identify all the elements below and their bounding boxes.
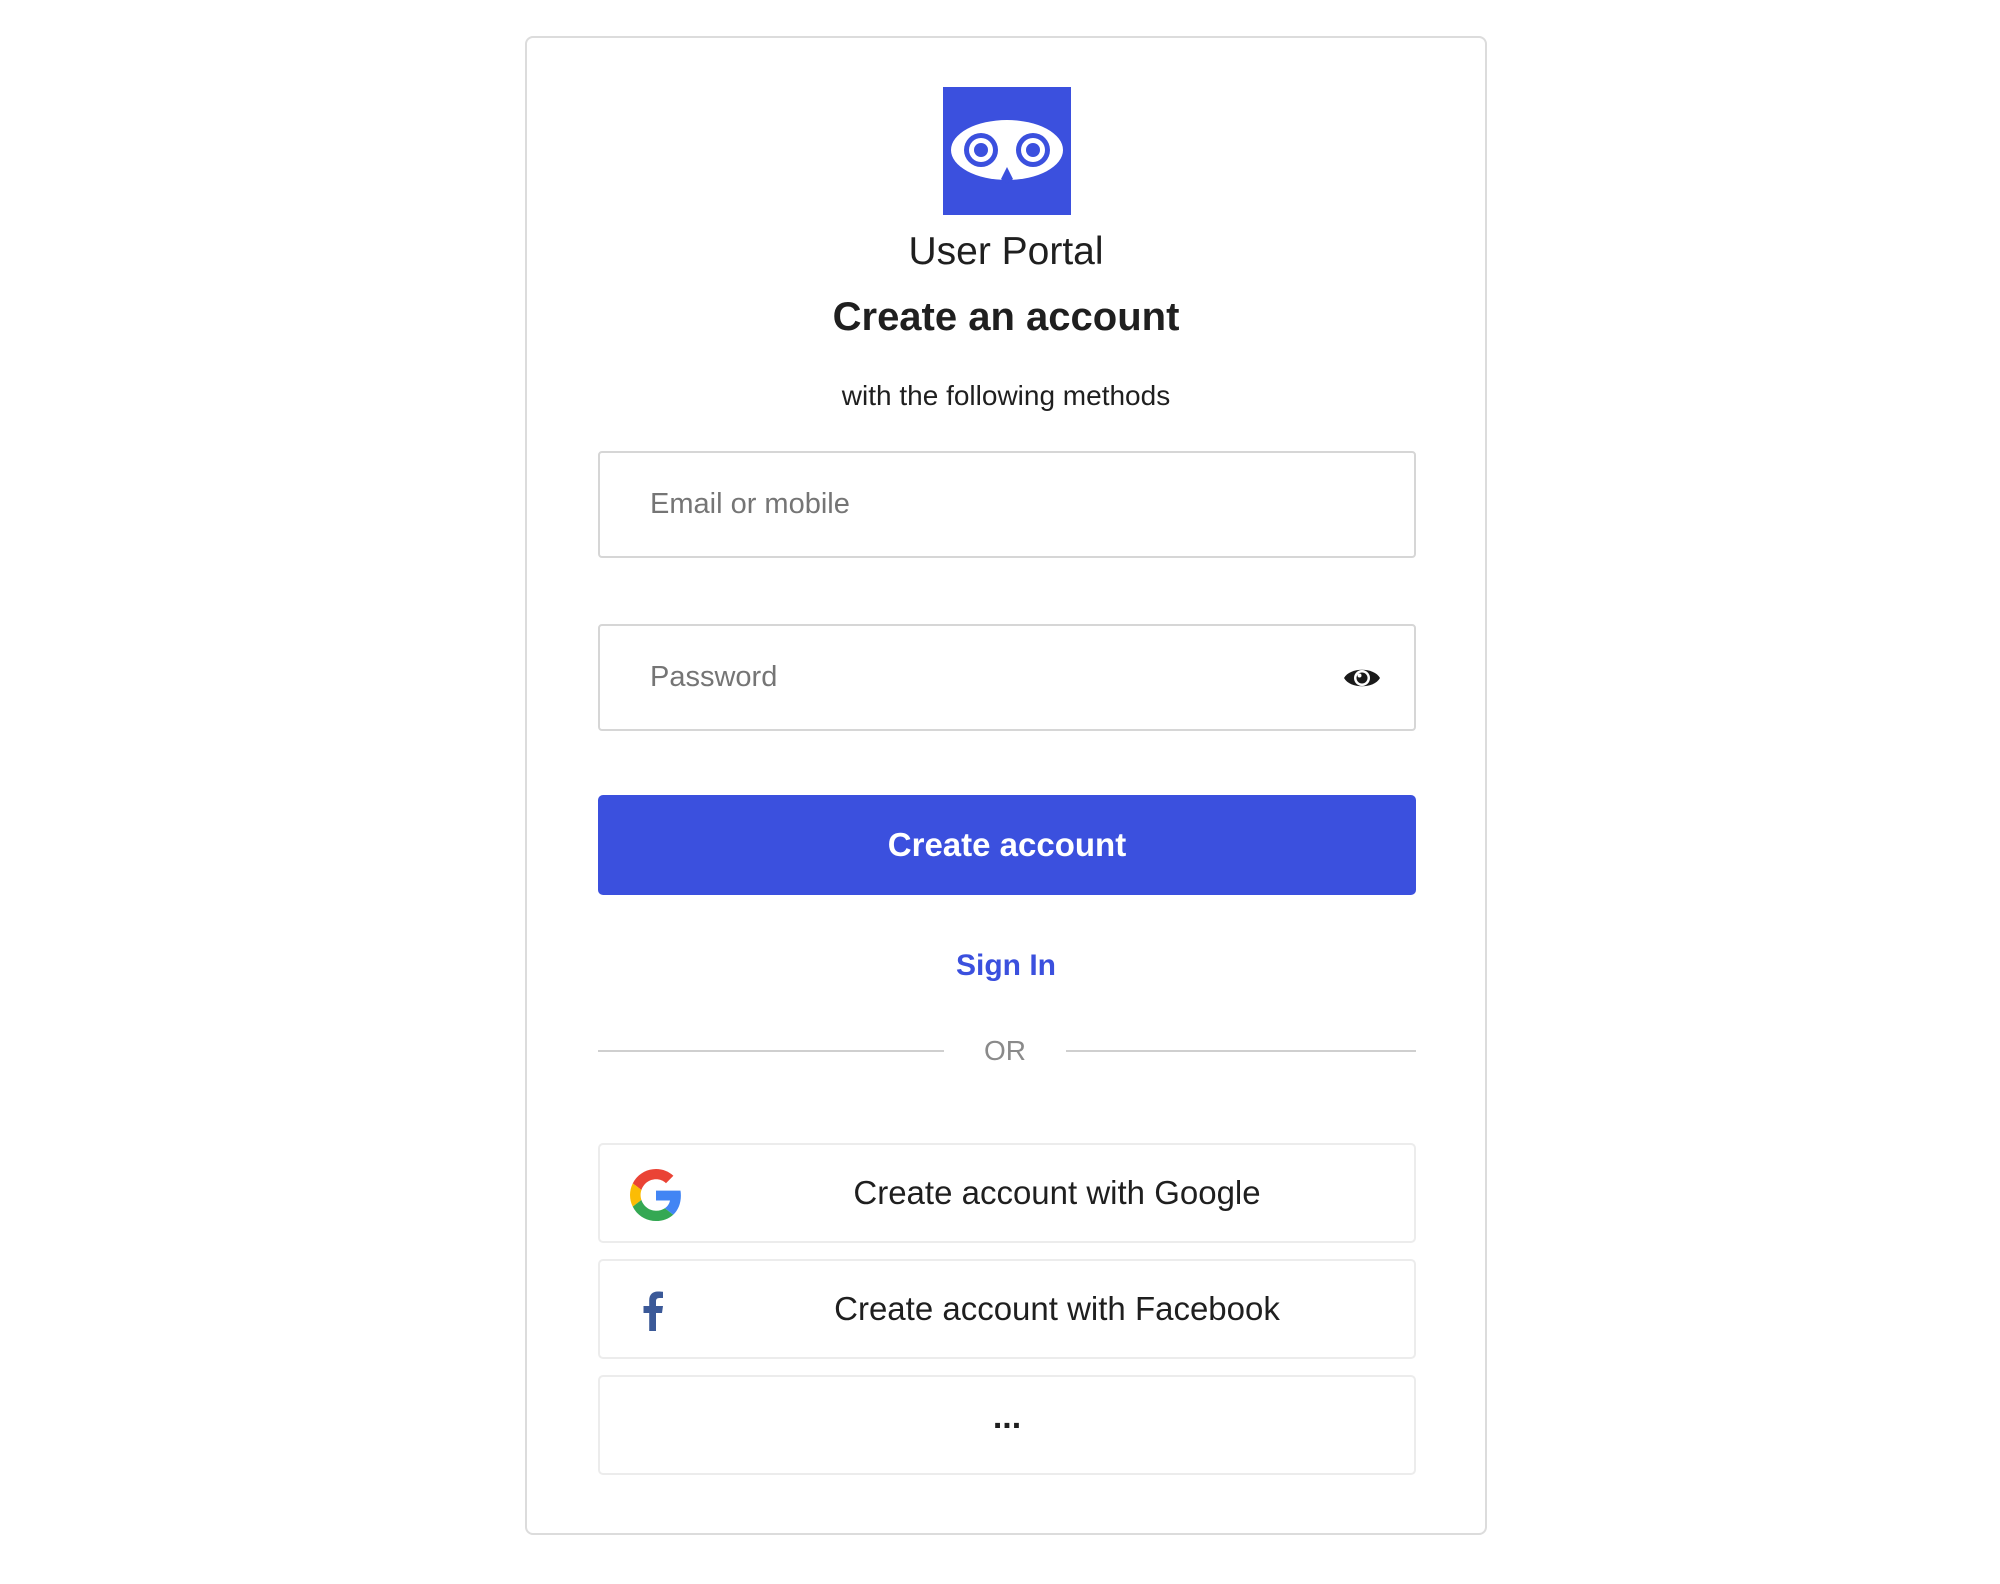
signup-card: User Portal Create an account with the f… (525, 36, 1487, 1535)
email-field[interactable] (598, 451, 1416, 558)
page-subtitle: with the following methods (841, 380, 1171, 411)
google-button-label: Create account with Google (853, 1174, 1261, 1211)
more-options-label: ... (992, 1398, 1022, 1436)
app-name: User Portal (908, 230, 1104, 273)
owl-eyes-logo-icon (943, 87, 1071, 215)
google-signup-button[interactable]: Create account with Google (598, 1143, 1416, 1243)
password-input[interactable] (650, 626, 1290, 729)
divider-line-right (1066, 1050, 1416, 1052)
facebook-signup-button[interactable]: Create account with Facebook (598, 1259, 1416, 1359)
divider-line-left (598, 1050, 944, 1052)
more-options-button[interactable]: ... (598, 1375, 1416, 1475)
eye-icon[interactable] (1342, 660, 1382, 696)
password-field[interactable] (598, 624, 1416, 731)
create-account-button[interactable]: Create account (598, 795, 1416, 895)
email-input[interactable] (650, 453, 1290, 556)
or-divider: OR (984, 1035, 1026, 1066)
page-title: Create an account (832, 295, 1180, 339)
facebook-button-label: Create account with Facebook (834, 1290, 1280, 1327)
sign-in-link[interactable]: Sign In (527, 946, 1485, 986)
